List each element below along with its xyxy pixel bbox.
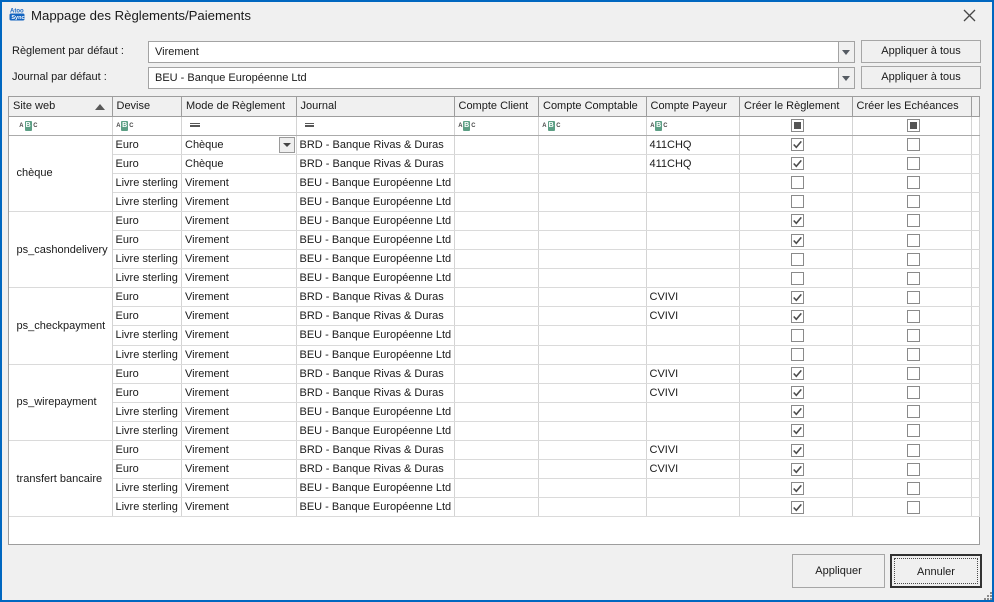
svg-text:Sync: Sync <box>11 15 24 21</box>
